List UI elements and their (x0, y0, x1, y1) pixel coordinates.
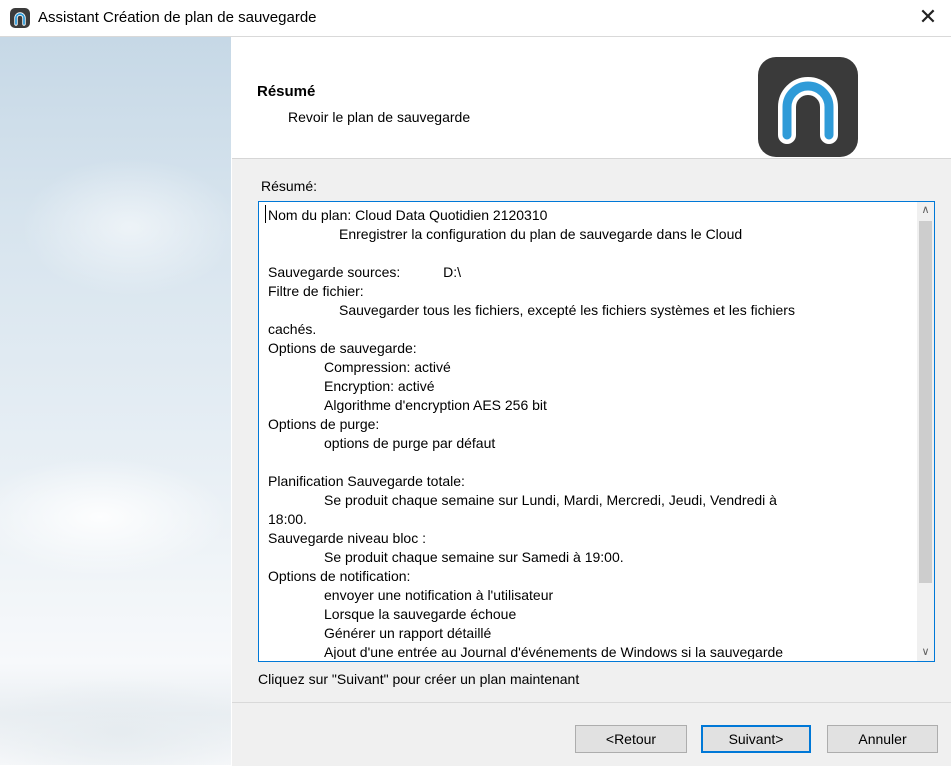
scroll-down-arrow-icon[interactable]: ∨ (917, 644, 934, 661)
summary-line (268, 453, 908, 472)
window-title: Assistant Création de plan de sauvegarde (38, 9, 317, 26)
next-step-hint: Cliquez sur "Suivant" pour créer un plan… (258, 671, 580, 687)
wizard-footer: <Retour Suivant> Annuler (232, 702, 951, 766)
summary-line: Compression: activé (324, 359, 451, 375)
cancel-button[interactable]: Annuler (827, 725, 938, 753)
summary-line: Sauvegarde sources: D:\ (268, 264, 461, 280)
text-caret (265, 205, 266, 223)
summary-line: envoyer une notification à l'utilisateur (324, 587, 554, 603)
close-button[interactable]: ✕ (905, 0, 951, 36)
summary-line: Options de notification: (268, 568, 411, 584)
summary-line: Enregistrer la configuration du plan de … (339, 226, 743, 242)
summary-line: Algorithme d'encryption AES 256 bit (324, 397, 547, 413)
summary-line: Options de sauvegarde: (268, 340, 417, 356)
back-button[interactable]: <Retour (575, 725, 687, 753)
summary-line: Sauvegarde niveau bloc : (268, 530, 426, 546)
summary-line: cachés. (268, 321, 317, 337)
summary-text: Nom du plan: Cloud Data Quotidien 212031… (268, 206, 908, 659)
app-logo-icon (10, 8, 30, 28)
summary-line: Se produit chaque semaine sur Samedi à 1… (324, 549, 624, 565)
summary-line: Planification Sauvegarde totale: (268, 473, 465, 489)
scroll-thumb[interactable] (919, 221, 932, 583)
summary-line (268, 244, 908, 263)
sky-decoration (20, 157, 231, 297)
summary-textarea[interactable]: Nom du plan: Cloud Data Quotidien 212031… (258, 201, 935, 662)
summary-line: Filtre de fichier: (268, 283, 364, 299)
summary-line: options de purge par défaut (324, 435, 496, 451)
wizard-sidebar-image (0, 37, 231, 765)
next-button[interactable]: Suivant> (701, 725, 811, 753)
summary-line: Encryption: activé (324, 378, 435, 394)
wizard-header: Résumé Revoir le plan de sauvegarde (232, 37, 951, 159)
vertical-scrollbar[interactable]: ∧ ∨ (917, 202, 934, 661)
summary-line: Ajout d'une entrée au Journal d'événemen… (324, 644, 784, 659)
page-title: Résumé (257, 83, 316, 100)
cloud-decoration (0, 457, 230, 577)
cloud-backup-logo-icon (758, 57, 858, 157)
summary-line: Nom du plan: Cloud Data Quotidien 212031… (268, 207, 548, 223)
summary-line: 18:00. (268, 511, 307, 527)
scroll-up-arrow-icon[interactable]: ∧ (917, 202, 934, 219)
summary-line: Options de purge: (268, 416, 380, 432)
summary-line: Lorsque la sauvegarde échoue (324, 606, 517, 622)
summary-line: Se produit chaque semaine sur Lundi, Mar… (324, 492, 777, 508)
cloud-decoration (0, 677, 231, 765)
wizard-content: Résumé: Nom du plan: Cloud Data Quotidie… (232, 159, 951, 702)
title-bar: Assistant Création de plan de sauvegarde… (0, 0, 951, 37)
summary-line: Générer un rapport détaillé (324, 625, 492, 641)
summary-label: Résumé: (261, 178, 318, 194)
page-subtitle: Revoir le plan de sauvegarde (288, 109, 471, 125)
summary-line: Sauvegarder tous les fichiers, excepté l… (339, 302, 795, 318)
